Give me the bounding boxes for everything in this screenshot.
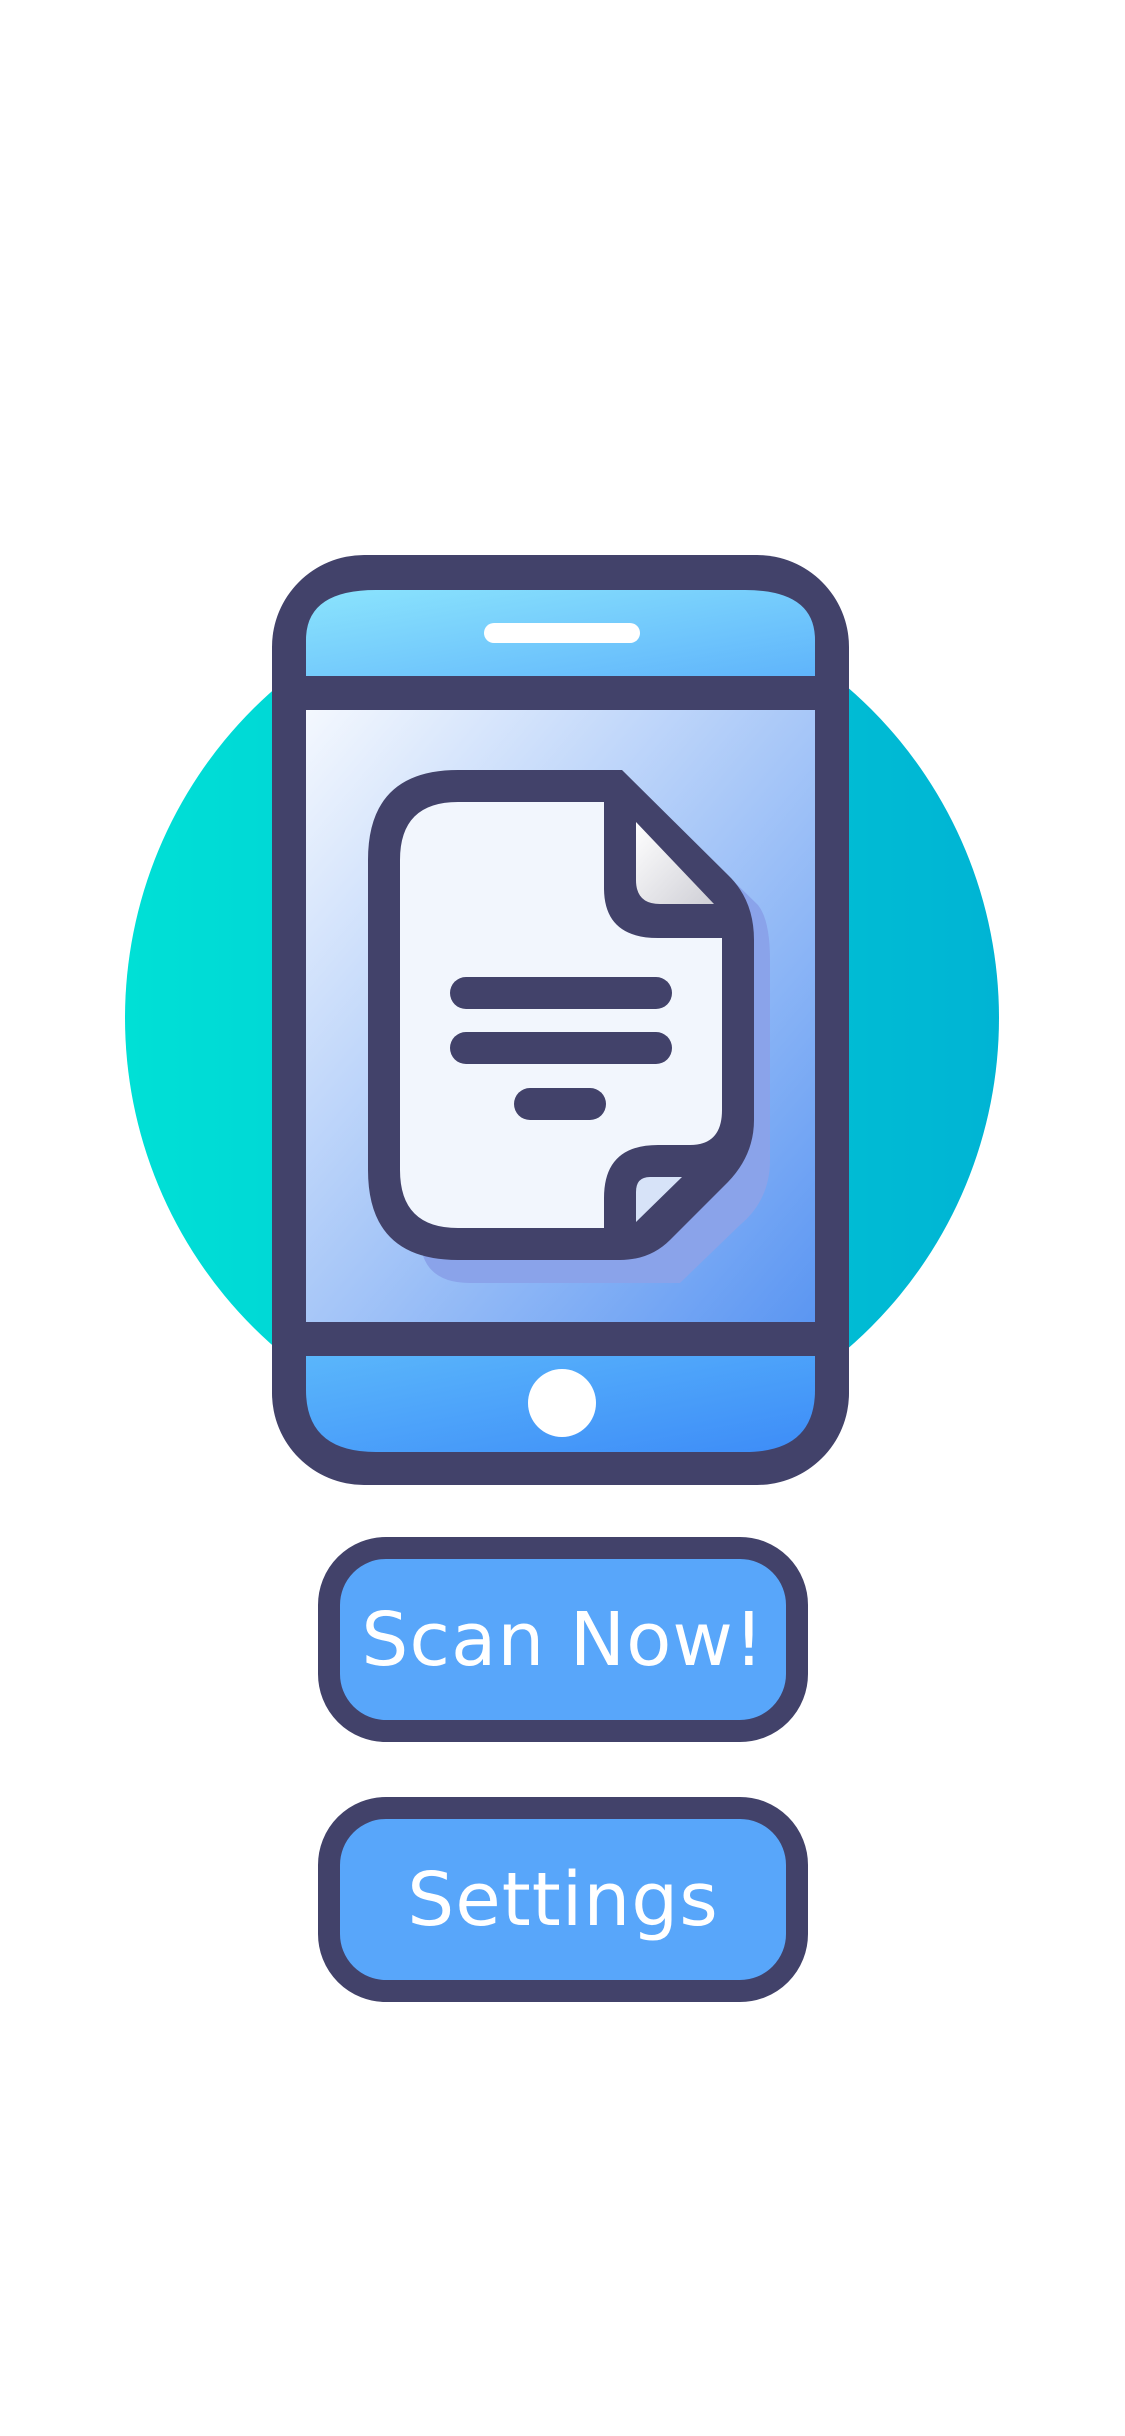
home-button-icon [528, 1369, 596, 1437]
phone-document-illustration [125, 555, 999, 1485]
scan-now-button[interactable]: Scan Now! [318, 1537, 808, 1742]
app-screen: Scan Now! Settings [0, 0, 1125, 2436]
document-line [514, 1088, 606, 1120]
document-line [450, 1032, 672, 1064]
settings-button[interactable]: Settings [318, 1797, 808, 2002]
document-line [450, 977, 672, 1009]
speaker-slot [484, 623, 640, 643]
